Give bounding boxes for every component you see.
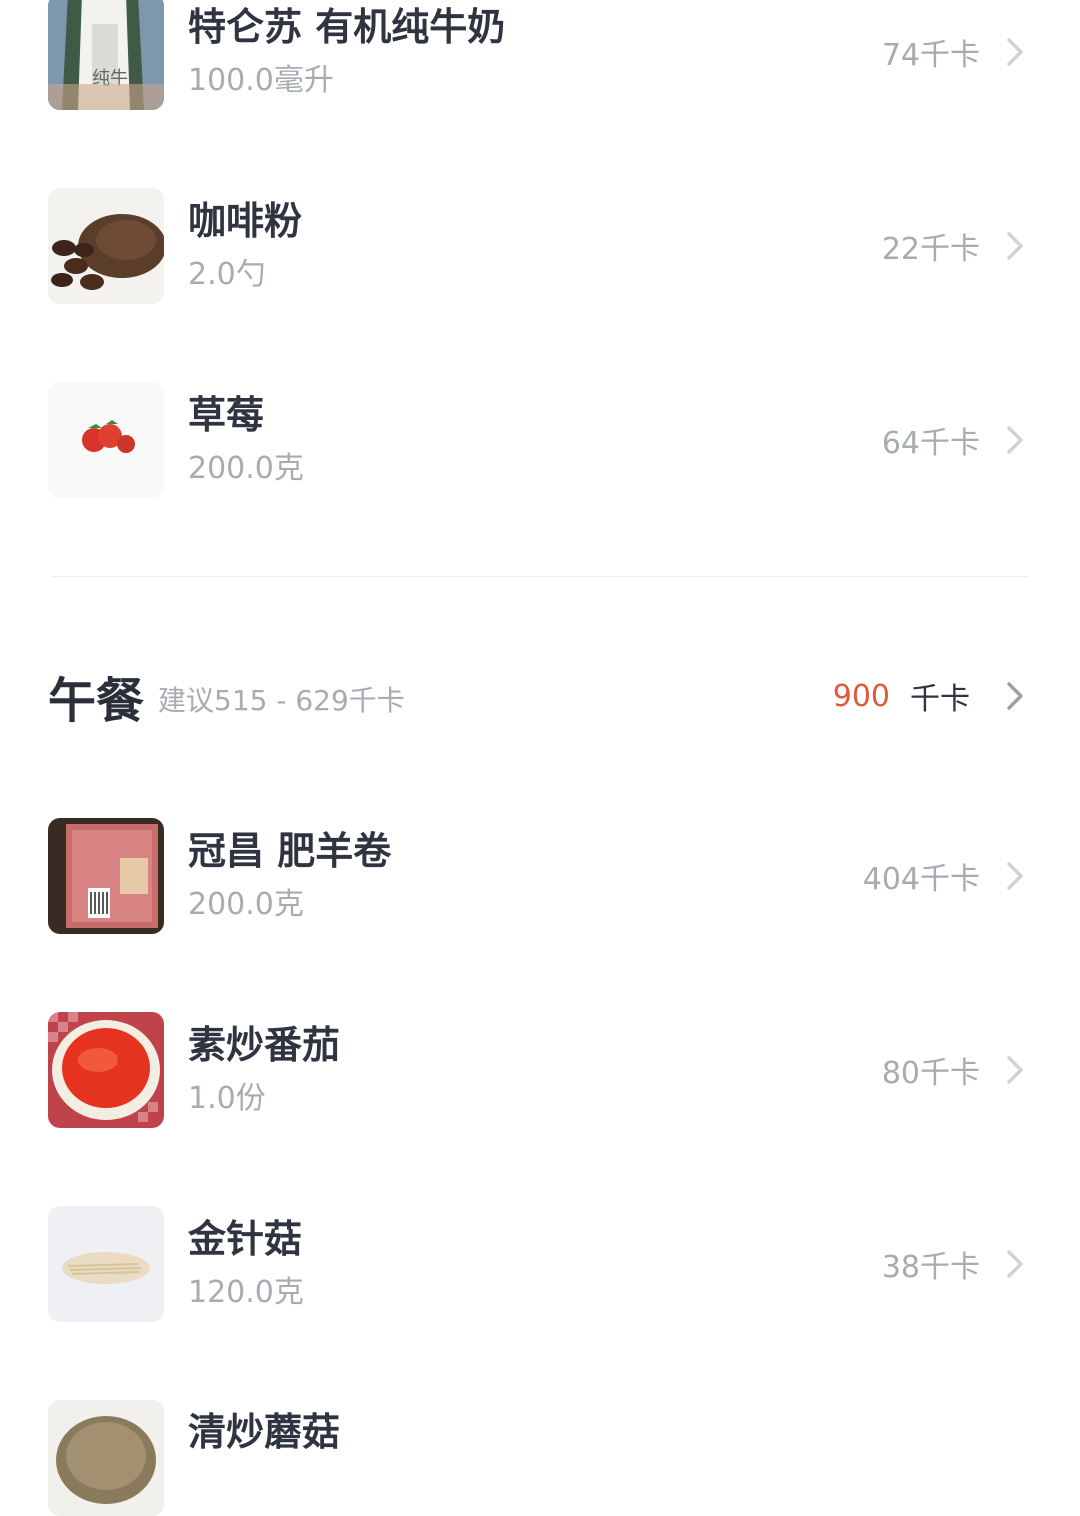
chevron-right-icon: [1006, 425, 1024, 455]
food-amount: 120.0克: [188, 1275, 304, 1310]
chevron-right-icon: [1006, 1055, 1024, 1085]
food-item-fried-mushroom[interactable]: 清炒蘑菇: [48, 1400, 1024, 1516]
food-item-coffee[interactable]: 咖啡粉 2.0勺 22千卡: [48, 188, 1024, 304]
food-amount: 200.0克: [188, 887, 304, 922]
lamb-roll-photo: [48, 818, 164, 934]
food-amount: 200.0克: [188, 451, 304, 486]
food-kcal: 38千卡: [881, 1250, 980, 1285]
milk-carton-photo: 纯牛: [48, 0, 164, 110]
food-item-strawberry[interactable]: 草莓 200.0克 64千卡: [48, 382, 1024, 498]
food-name: 草莓: [188, 393, 265, 437]
food-kcal: 74千卡: [881, 38, 980, 73]
lunch-header[interactable]: 午餐 建议515 - 629千卡 900 千卡: [48, 664, 1024, 729]
food-name: 清炒蘑菇: [188, 1410, 341, 1454]
food-item-lamb-roll[interactable]: 冠昌 肥羊卷 200.0克 404千卡: [48, 818, 1024, 934]
food-name: 金针菇: [188, 1217, 303, 1261]
food-kcal: 80千卡: [881, 1056, 980, 1091]
meal-suggestion: 建议515 - 629千卡: [158, 684, 405, 717]
food-name: 冠昌 肥羊卷: [188, 829, 392, 873]
food-item-enoki[interactable]: 金针菇 120.0克 38千卡: [48, 1206, 1024, 1322]
meal-total-kcal: 900: [832, 678, 890, 714]
chevron-right-icon: [1006, 681, 1024, 711]
food-amount: 100.0毫升: [188, 63, 334, 98]
chevron-right-icon: [1006, 1249, 1024, 1279]
meal-title: 午餐: [48, 673, 145, 729]
fried-mushroom-photo: [48, 1400, 164, 1516]
food-name: 特仑苏 有机纯牛奶: [188, 5, 506, 49]
food-item-milk[interactable]: 纯牛 特仑苏 有机纯牛奶 100.0毫升 74千卡: [48, 0, 1024, 110]
food-kcal: 64千卡: [881, 426, 980, 461]
enoki-mushroom-photo: [48, 1206, 164, 1322]
coffee-powder-photo: [48, 188, 164, 304]
food-kcal: 404千卡: [862, 862, 980, 897]
food-name: 咖啡粉: [188, 199, 303, 243]
food-item-fried-tomato[interactable]: 素炒番茄 1.0份 80千卡: [48, 1012, 1024, 1128]
food-name: 素炒番茄: [188, 1023, 341, 1067]
fried-tomato-photo: [48, 1012, 164, 1128]
meal-total-unit: 千卡: [910, 682, 970, 717]
food-kcal: 22千卡: [881, 232, 980, 267]
strawberry-photo: [48, 382, 164, 498]
chevron-right-icon: [1006, 37, 1024, 67]
section-divider: [52, 576, 1028, 577]
food-amount: 1.0份: [188, 1081, 266, 1116]
chevron-right-icon: [1006, 861, 1024, 891]
chevron-right-icon: [1006, 231, 1024, 261]
food-amount: 2.0勺: [188, 257, 266, 292]
